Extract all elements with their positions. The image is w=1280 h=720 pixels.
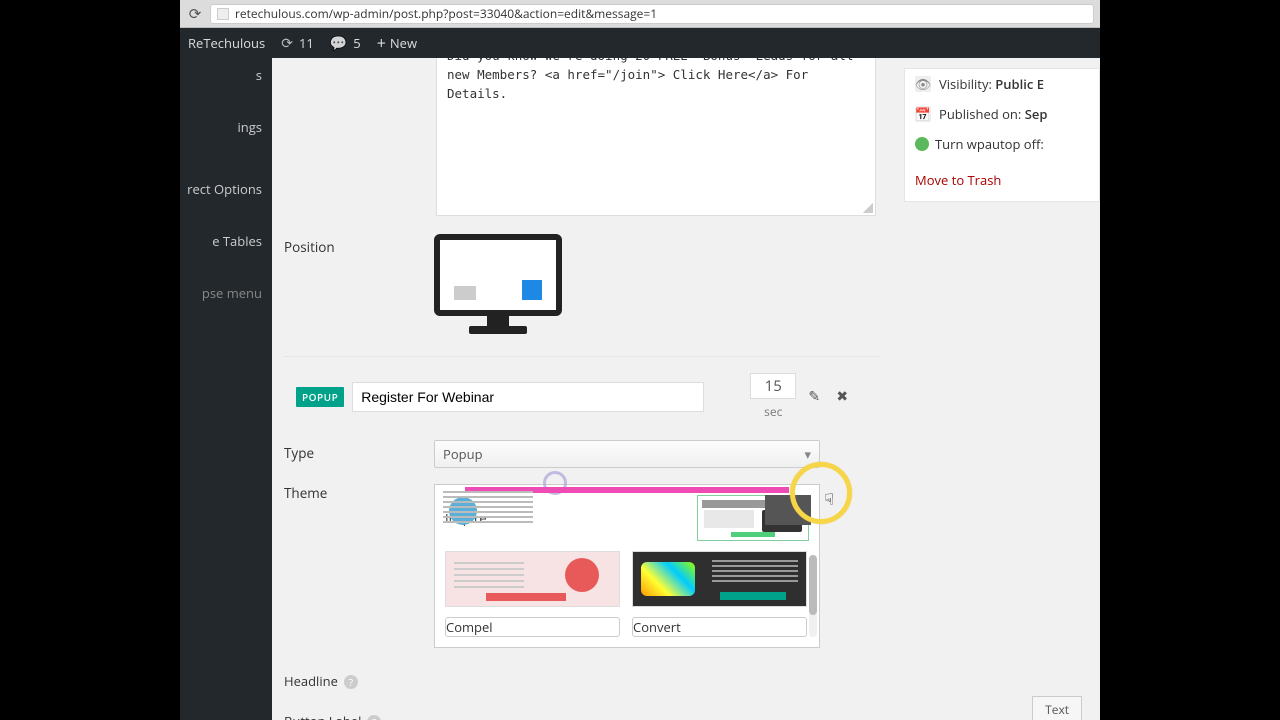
move-to-trash[interactable]: Move to Trash xyxy=(905,159,1099,201)
chevron-down-icon: ▾ xyxy=(804,445,811,463)
close-icon[interactable]: ✖ xyxy=(832,387,852,407)
url-text: retechulous.com/wp-admin/post.php?post=3… xyxy=(235,5,657,22)
seconds-unit: sec xyxy=(750,403,796,420)
plus-icon: + xyxy=(377,32,386,54)
visibility-row[interactable]: 👁Visibility: Public E xyxy=(905,69,1099,99)
theme-label: Theme xyxy=(284,480,434,648)
seconds-box[interactable]: 15 sec xyxy=(750,373,796,420)
message-body-text: Did you know we're doing 20 FREE "Bonus"… xyxy=(447,58,853,101)
scrollbar-thumb[interactable] xyxy=(809,555,817,615)
comments[interactable]: 💬5 xyxy=(322,28,369,58)
sidebar-item[interactable]: s xyxy=(180,58,272,92)
popup-tag: POPUP xyxy=(296,387,344,407)
publish-box-column: 👁Visibility: Public E 📅Published on: Sep… xyxy=(904,58,1100,202)
scrollbar[interactable] xyxy=(809,555,817,637)
published-row[interactable]: 📅Published on: Sep xyxy=(905,99,1099,129)
text-tab[interactable]: Text xyxy=(1032,696,1082,720)
admin-bar: ReTechulous ⟳11 💬5 +New xyxy=(180,28,1100,58)
wpautop-row[interactable]: Turn wpautop off: xyxy=(905,129,1099,159)
seconds-value[interactable]: 15 xyxy=(750,373,796,399)
new-content[interactable]: +New xyxy=(369,28,425,58)
theme-dropdown[interactable]: Inspire Compel xyxy=(434,484,820,648)
edit-icon[interactable]: ✎ xyxy=(804,387,824,407)
site-name[interactable]: ReTechulous xyxy=(180,28,273,58)
headline-label: Headline? xyxy=(284,668,434,690)
type-value: Popup xyxy=(443,445,483,463)
sidebar-item[interactable]: ings xyxy=(180,110,272,144)
main-column: Did you know we're doing 20 FREE "Bonus"… xyxy=(272,58,892,720)
updates-icon: ⟳ xyxy=(281,34,293,53)
type-label: Type xyxy=(284,440,434,468)
reload-icon[interactable]: ⟳ xyxy=(186,5,204,23)
eye-icon: 👁 xyxy=(915,76,931,92)
updates[interactable]: ⟳11 xyxy=(273,28,322,58)
position-picker[interactable] xyxy=(434,234,562,332)
help-icon[interactable]: ? xyxy=(367,715,381,720)
site-icon xyxy=(217,8,229,20)
button-label-label: Button Label? xyxy=(284,708,434,720)
type-select[interactable]: Popup ▾ xyxy=(434,440,820,468)
popup-title-input[interactable] xyxy=(352,382,704,412)
sidebar-item[interactable]: e Tables xyxy=(180,224,272,258)
calendar-icon: 📅 xyxy=(915,106,931,122)
browser-bar: ⟳ retechulous.com/wp-admin/post.php?post… xyxy=(180,0,1100,28)
theme-option-compel[interactable]: Compel xyxy=(445,617,620,637)
comments-icon: 💬 xyxy=(330,34,347,53)
theme-option-convert[interactable]: Convert xyxy=(632,617,807,637)
sidebar-item[interactable]: rect Options xyxy=(180,172,272,206)
cursor-icon: ☟ xyxy=(824,488,834,510)
message-body-textarea[interactable]: Did you know we're doing 20 FREE "Bonus"… xyxy=(436,58,876,216)
popup-header-row: POPUP 15 sec ✎ ✖ xyxy=(296,373,880,420)
status-dot-icon xyxy=(915,137,929,151)
theme-option[interactable] xyxy=(632,551,807,607)
help-icon[interactable]: ? xyxy=(344,675,358,689)
theme-option[interactable] xyxy=(445,551,620,607)
position-label: Position xyxy=(284,234,434,332)
url-bar[interactable]: retechulous.com/wp-admin/post.php?post=3… xyxy=(210,4,1094,24)
admin-sidebar: s ings rect Options e Tables pse menu xyxy=(180,58,272,720)
sidebar-item[interactable]: pse menu xyxy=(180,276,272,310)
